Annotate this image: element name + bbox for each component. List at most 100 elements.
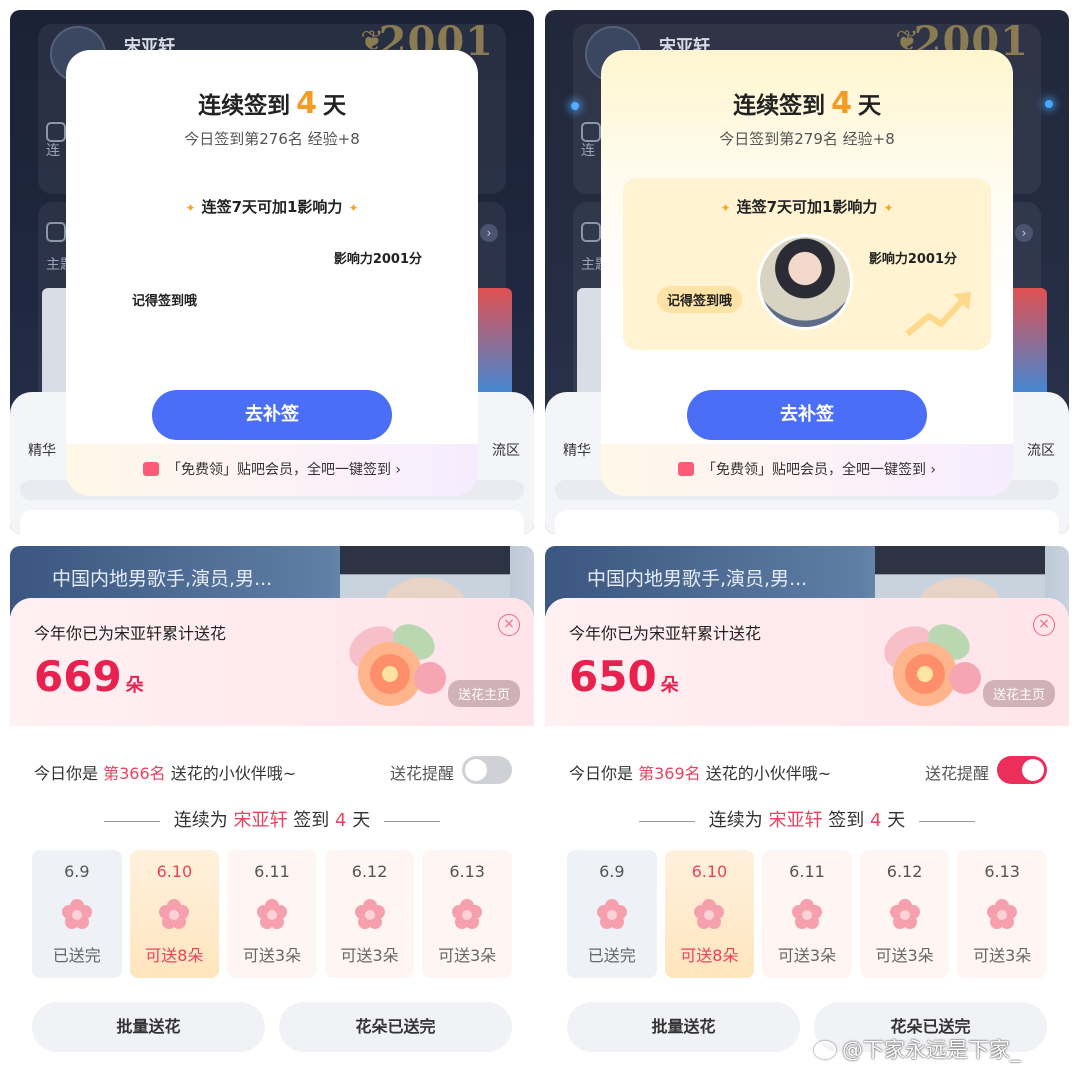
flower-total-count: 669 朵 xyxy=(34,652,144,701)
row-label: 连 xyxy=(46,143,60,159)
influence-tip: ✦ 连签7天可加1影响力 ✦ xyxy=(185,198,359,216)
day-card[interactable]: 6.9 已送完 xyxy=(567,850,657,978)
shop-icon xyxy=(581,222,601,242)
sparkle-icon: ✦ xyxy=(185,201,196,215)
flower-home-button[interactable]: 送花主页 xyxy=(447,680,520,707)
flower-icon xyxy=(256,899,287,929)
placeholder-card xyxy=(20,510,524,534)
placeholder-card xyxy=(555,510,1059,534)
day-card[interactable]: 6.12 可送3朵 xyxy=(859,850,950,978)
influence-score: 影响力2001分 xyxy=(333,252,422,267)
signin-popup: 连续签到 4 天 今日签到第279名 经验+8 ✦ 连签7天可加1影响力 ✦ 影响力20… xyxy=(601,50,1013,496)
makeup-signin-button[interactable]: 去补签 xyxy=(152,390,392,440)
divider xyxy=(384,820,441,822)
daily-flower-row: 6.9 已送完 6.10 可送8朵 6.11 可送3朵 6.12 可送3朵 6.13 可送… xyxy=(567,850,1047,978)
streak-line: 连续为 宋亚轩 签到 4 天 xyxy=(10,806,534,832)
avatar-photo xyxy=(757,234,853,330)
flower-total-label: 今年你已为宋亚轩累计送花 xyxy=(569,624,762,643)
tab-discussion[interactable]: 流区 xyxy=(1027,440,1055,460)
flower-card: 今年你已为宋亚轩累计送花 650 朵 × 送花主页 xyxy=(545,598,1069,1070)
divider xyxy=(103,820,160,822)
flower-icon xyxy=(694,899,725,929)
trend-up-icon xyxy=(905,292,971,337)
tab-featured[interactable]: 精华 xyxy=(563,440,591,460)
flower-icon xyxy=(452,899,483,929)
rank-number: 第366名 xyxy=(103,764,166,783)
flower-screen-left: 中国内地男歌手,演员,男... 今年你已为宋亚轩累计送花 669 朵 × 送花主页… xyxy=(10,546,534,1070)
day-card[interactable]: 6.11 可送3朵 xyxy=(227,850,317,978)
star-intro: 中国内地男歌手,演员,男... xyxy=(52,568,273,590)
popup-title: 连续签到 4 天 xyxy=(733,86,881,121)
streak-days: 4 xyxy=(831,86,852,121)
flower-icon xyxy=(889,899,920,929)
rank-line: 今日你是 第369名 送花的小伙伴哦~ xyxy=(569,764,832,783)
flower-icon xyxy=(354,899,385,929)
calendar-icon xyxy=(581,122,601,142)
flower-screen-right: 中国内地男歌手,演员,男... 今年你已为宋亚轩累计送花 650 朵 × 送花主页… xyxy=(545,546,1069,1070)
star-intro: 中国内地男歌手,演员,男... xyxy=(587,568,808,590)
rank-line: 今日你是 第366名 送花的小伙伴哦~ xyxy=(34,764,297,783)
member-promo-link[interactable]: 「免费领」贴吧会员，全吧一键签到 › xyxy=(601,444,1013,496)
flower-card: 今年你已为宋亚轩累计送花 669 朵 × 送花主页 xyxy=(10,598,534,1070)
remind-tag: 记得签到哦 xyxy=(657,286,743,313)
flower-icon xyxy=(159,899,190,929)
flowers-done-button[interactable]: 花朵已送完 xyxy=(279,1002,512,1052)
day-card[interactable]: 6.13 可送3朵 xyxy=(957,850,1047,978)
gift-icon xyxy=(142,462,159,476)
sparkle-icon: ✦ xyxy=(720,201,731,215)
popup-title: 连续签到 4 天 xyxy=(198,86,346,121)
close-icon[interactable]: × xyxy=(498,614,520,636)
makeup-signin-button[interactable]: 去补签 xyxy=(687,390,927,440)
day-card[interactable]: 6.11 可送3朵 xyxy=(762,850,852,978)
day-card[interactable]: 6.12 可送3朵 xyxy=(324,850,415,978)
batch-send-button[interactable]: 批量送花 xyxy=(32,1002,265,1052)
signin-screen-right: 宋亚轩 ❦ 2001 连 主题 › 精华 流区 连续签到 4 天 今日签到第279名… xyxy=(545,10,1069,534)
flower-bouquet-icon xyxy=(884,624,981,706)
day-card[interactable]: 6.10 可送8朵 xyxy=(129,850,220,978)
remind-toggle[interactable] xyxy=(997,756,1047,784)
flower-total-label: 今年你已为宋亚轩累计送花 xyxy=(34,624,227,643)
sparkle-icon: ✦ xyxy=(348,201,359,215)
day-card[interactable]: 6.13 可送3朵 xyxy=(422,850,512,978)
calendar-icon xyxy=(46,122,66,142)
flower-bouquet-icon xyxy=(349,624,446,706)
day-card[interactable]: 6.9 已送完 xyxy=(32,850,122,978)
flower-icon xyxy=(596,899,627,929)
flower-icon xyxy=(791,899,822,929)
divider xyxy=(638,820,695,822)
day-card[interactable]: 6.10 可送8朵 xyxy=(664,850,755,978)
flower-home-button[interactable]: 送花主页 xyxy=(982,680,1055,707)
tab-discussion[interactable]: 流区 xyxy=(492,440,520,460)
watermark: @下家永远是下家_ xyxy=(814,1034,1021,1064)
row-label: 连 xyxy=(581,143,595,159)
influence-box: ✦ 连签7天可加1影响力 ✦ 影响力2001分 记得签到哦 xyxy=(88,178,456,350)
toggle-knob xyxy=(465,759,487,781)
close-icon[interactable]: × xyxy=(1033,614,1055,636)
streak-days: 4 xyxy=(296,86,317,121)
influence-tip: ✦ 连签7天可加1影响力 ✦ xyxy=(720,198,894,216)
flower-icon xyxy=(987,899,1018,929)
member-promo-link[interactable]: 「免费领」贴吧会员，全吧一键签到 › xyxy=(66,444,478,496)
glow-dot xyxy=(1045,100,1053,108)
signin-popup: 连续签到 4 天 今日签到第276名 经验+8 ✦ 连签7天可加1影响力 ✦ 影响力20… xyxy=(66,50,478,496)
gift-icon xyxy=(677,462,694,476)
daily-flower-row: 6.9 已送完 6.10 可送8朵 6.11 可送3朵 6.12 可送3朵 6.13 可送… xyxy=(32,850,512,978)
remind-toggle[interactable] xyxy=(462,756,512,784)
rank-number: 第369名 xyxy=(638,764,701,783)
influence-score: 影响力2001分 xyxy=(868,252,957,267)
chevron-right-icon[interactable]: › xyxy=(480,224,498,242)
influence-box: ✦ 连签7天可加1影响力 ✦ 影响力2001分 记得签到哦 xyxy=(623,178,991,350)
remind-label: 送花提醒 xyxy=(924,764,989,783)
remind-tag: 记得签到哦 xyxy=(132,294,198,309)
signin-screen-left: 宋亚轩 ❦ 2001 连 主题 › 精华 流区 连续签到 4 天 今日签到第276名… xyxy=(10,10,534,534)
streak-line: 连续为 宋亚轩 签到 4 天 xyxy=(545,806,1069,832)
toggle-knob xyxy=(1022,759,1044,781)
tab-featured[interactable]: 精华 xyxy=(28,440,56,460)
batch-send-button[interactable]: 批量送花 xyxy=(567,1002,800,1052)
chevron-right-icon[interactable]: › xyxy=(1015,224,1033,242)
action-row: 批量送花 花朵已送完 xyxy=(32,1002,512,1052)
sparkle-icon: ✦ xyxy=(883,201,894,215)
flower-icon xyxy=(61,899,92,929)
popup-subtitle: 今日签到第279名 经验+8 xyxy=(719,130,895,148)
remind-label: 送花提醒 xyxy=(389,764,454,783)
